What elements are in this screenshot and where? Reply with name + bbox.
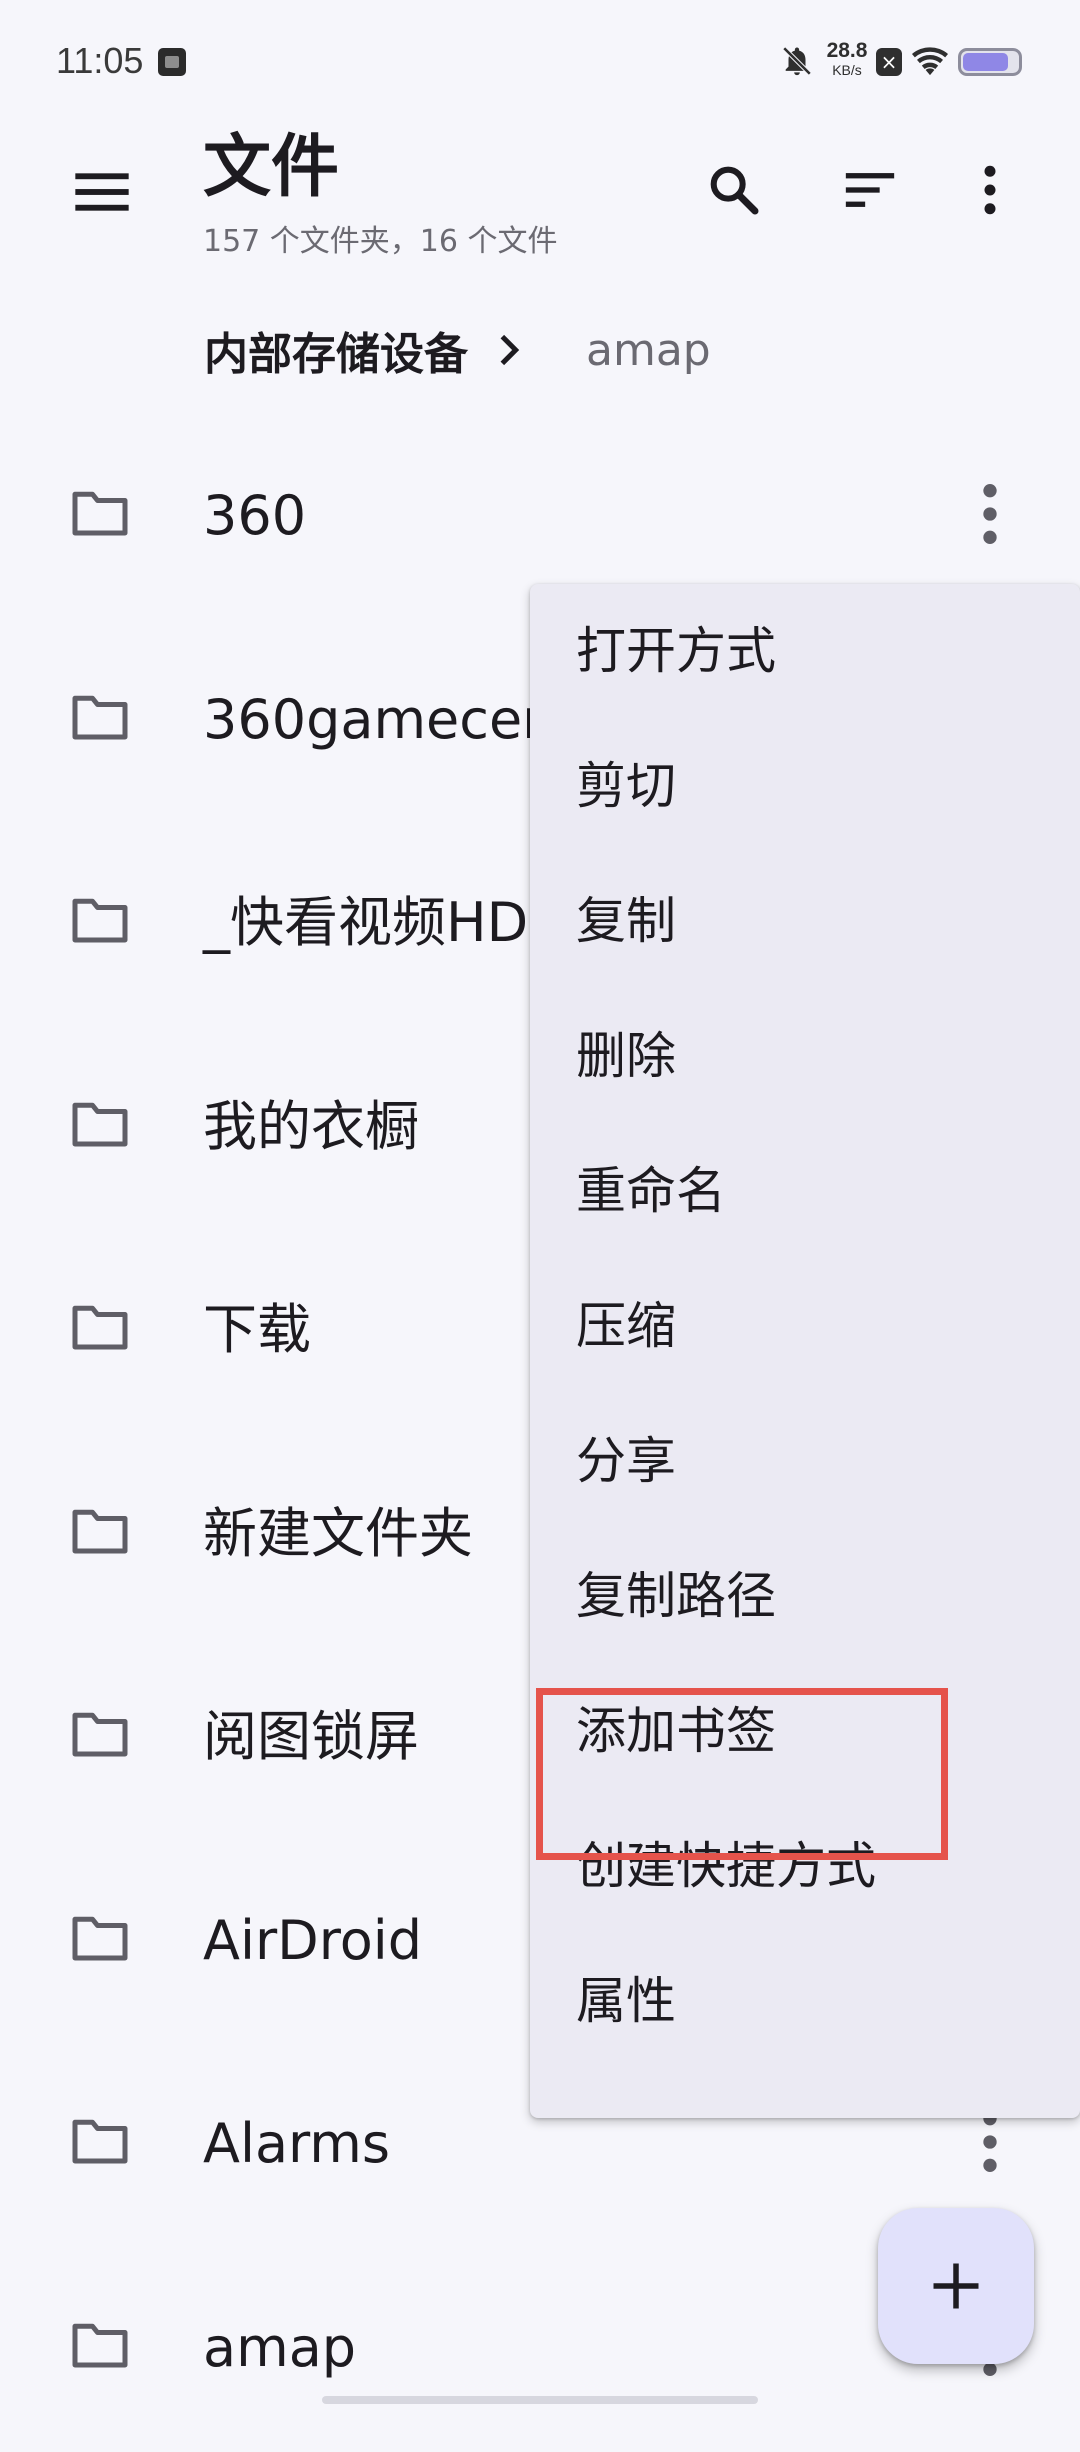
context-menu: 打开方式 剪切 复制 删除 重命名 压缩 分享 复制路径 添加书签 创建快捷方式 属性 <box>530 584 1080 2118</box>
folder-icon <box>72 1305 128 1350</box>
file-name: 我的衣橱 <box>203 1094 419 1158</box>
menu-item[interactable]: 分享 <box>530 1394 1080 1529</box>
file-name: 下载 <box>203 1298 311 1361</box>
plus-icon <box>933 2263 979 2309</box>
bell-off-icon <box>782 46 812 76</box>
more-vert-icon[interactable] <box>960 474 1020 554</box>
menu-item-highlight <box>536 1688 948 1860</box>
file-name: 阅图锁屏 <box>203 1705 419 1768</box>
file-name: 新建文件夹 <box>203 1501 473 1565</box>
page-subtitle: 157 个文件夹，16 个文件 <box>203 224 558 259</box>
menu-item[interactable]: 重命名 <box>530 1124 1080 1259</box>
folder-icon <box>72 1712 128 1757</box>
menu-item-label: 分享 <box>576 1432 676 1490</box>
folder-icon <box>72 491 128 536</box>
status-time: 11:05 <box>56 40 144 81</box>
menu-item[interactable]: 属性 <box>530 1934 1080 2069</box>
sort-icon <box>845 173 895 207</box>
more-options-button[interactable] <box>950 150 1030 230</box>
folder-icon <box>72 898 128 943</box>
network-speed: 28.8 KB/s <box>822 40 872 77</box>
menu-item-label: 删除 <box>576 1027 676 1085</box>
breadcrumb: 内部存储设备 amap <box>204 318 711 382</box>
battery-icon <box>958 48 1022 76</box>
menu-item-label: 重命名 <box>576 1162 726 1220</box>
wifi-icon <box>912 47 948 76</box>
file-name: 360 <box>203 484 307 547</box>
file-name: _快看视频HD <box>203 891 529 954</box>
folder-icon <box>72 1102 128 1146</box>
chevron-right-icon <box>500 334 520 366</box>
network-speed-value: 28.8 <box>826 39 868 62</box>
folder-icon <box>72 1916 128 1960</box>
folder-icon <box>72 695 128 739</box>
file-name: amap <box>203 2315 357 2379</box>
folder-icon <box>72 1509 128 1553</box>
menu-item-label: 复制路径 <box>576 1567 776 1625</box>
page-title: 文件 <box>203 128 340 207</box>
menu-item-label: 打开方式 <box>576 622 776 680</box>
menu-item-label: 压缩 <box>576 1297 676 1355</box>
network-speed-unit: KB/s <box>832 62 862 78</box>
sort-button[interactable] <box>830 150 910 230</box>
menu-item[interactable]: 复制 <box>530 854 1080 989</box>
menu-item[interactable]: 删除 <box>530 989 1080 1124</box>
home-indicator[interactable] <box>322 2396 758 2404</box>
file-name: Alarms <box>203 2112 391 2175</box>
menu-icon[interactable] <box>70 160 134 224</box>
menu-item[interactable]: 打开方式 <box>530 584 1080 719</box>
menu-item[interactable]: 剪切 <box>530 719 1080 854</box>
menu-item-label: 属性 <box>576 1972 676 2030</box>
menu-item[interactable]: 复制路径 <box>530 1529 1080 1664</box>
breadcrumb-current[interactable]: amap <box>586 325 711 376</box>
menu-item[interactable]: 压缩 <box>530 1259 1080 1394</box>
folder-icon <box>72 2323 128 2367</box>
sim-off-icon: × <box>876 48 902 76</box>
search-icon <box>710 166 759 215</box>
battery-level <box>963 53 1009 71</box>
folder-icon <box>72 2119 128 2164</box>
add-fab-button[interactable] <box>878 2208 1034 2364</box>
menu-item-label: 剪切 <box>576 757 676 815</box>
status-bar: 11:05 28.8 KB/s × <box>0 0 1080 120</box>
breadcrumb-root[interactable]: 内部存储设备 <box>204 318 468 382</box>
search-button[interactable] <box>694 150 774 230</box>
file-name: AirDroid <box>203 1908 423 1972</box>
menu-item-label: 复制 <box>576 892 676 950</box>
more-vert-icon <box>984 165 996 215</box>
notification-icon <box>158 48 186 76</box>
